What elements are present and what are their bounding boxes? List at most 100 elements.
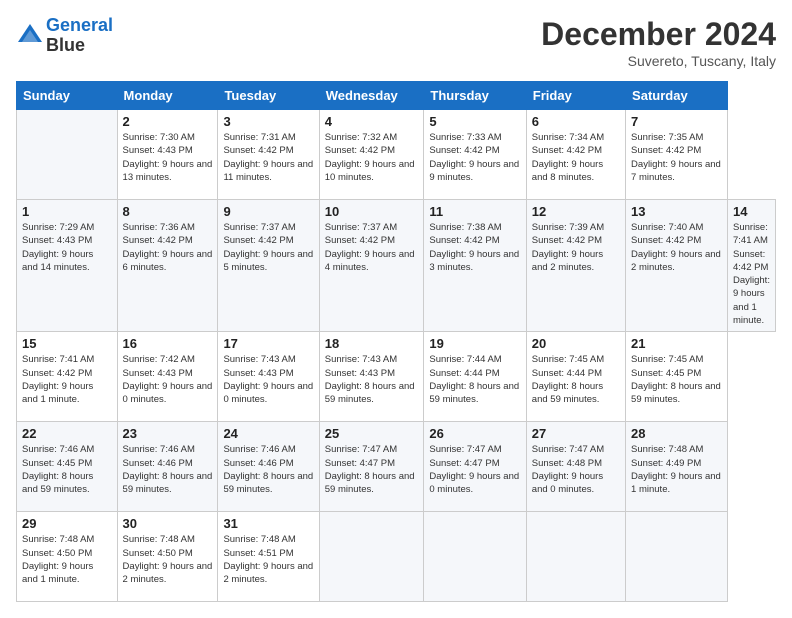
- location: Suvereto, Tuscany, Italy: [541, 53, 776, 69]
- calendar-day-cell: [626, 512, 728, 602]
- calendar-day-cell: 9 Sunrise: 7:37 AM Sunset: 4:42 PM Dayli…: [218, 200, 319, 332]
- calendar-day-cell: 19 Sunrise: 7:44 AM Sunset: 4:44 PM Dayl…: [424, 332, 526, 422]
- calendar-day-cell: [319, 512, 424, 602]
- day-number: 22: [22, 426, 112, 441]
- day-number: 11: [429, 204, 520, 219]
- day-info: Sunrise: 7:31 AM Sunset: 4:42 PM Dayligh…: [223, 131, 313, 184]
- day-number: 16: [123, 336, 213, 351]
- day-number: 12: [532, 204, 620, 219]
- day-info: Sunrise: 7:44 AM Sunset: 4:44 PM Dayligh…: [429, 353, 520, 406]
- day-info: Sunrise: 7:48 AM Sunset: 4:49 PM Dayligh…: [631, 443, 722, 496]
- day-number: 17: [223, 336, 313, 351]
- day-number: 27: [532, 426, 620, 441]
- day-info: Sunrise: 7:48 AM Sunset: 4:50 PM Dayligh…: [123, 533, 213, 586]
- header-sunday: Sunday: [17, 82, 118, 110]
- header-saturday: Saturday: [626, 82, 728, 110]
- calendar-day-cell: 31 Sunrise: 7:48 AM Sunset: 4:51 PM Dayl…: [218, 512, 319, 602]
- day-info: Sunrise: 7:42 AM Sunset: 4:43 PM Dayligh…: [123, 353, 213, 406]
- day-info: Sunrise: 7:48 AM Sunset: 4:50 PM Dayligh…: [22, 533, 112, 586]
- day-info: Sunrise: 7:48 AM Sunset: 4:51 PM Dayligh…: [223, 533, 313, 586]
- header-monday: Monday: [117, 82, 218, 110]
- day-info: Sunrise: 7:45 AM Sunset: 4:45 PM Dayligh…: [631, 353, 722, 406]
- calendar-week-row: 22 Sunrise: 7:46 AM Sunset: 4:45 PM Dayl…: [17, 422, 776, 512]
- day-info: Sunrise: 7:46 AM Sunset: 4:46 PM Dayligh…: [123, 443, 213, 496]
- calendar-day-cell: 20 Sunrise: 7:45 AM Sunset: 4:44 PM Dayl…: [526, 332, 625, 422]
- day-info: Sunrise: 7:40 AM Sunset: 4:42 PM Dayligh…: [631, 221, 722, 274]
- calendar-day-cell: [17, 110, 118, 200]
- calendar-day-cell: 17 Sunrise: 7:43 AM Sunset: 4:43 PM Dayl…: [218, 332, 319, 422]
- calendar-day-cell: 15 Sunrise: 7:41 AM Sunset: 4:42 PM Dayl…: [17, 332, 118, 422]
- logo-icon: [16, 22, 44, 50]
- day-number: 18: [325, 336, 419, 351]
- day-info: Sunrise: 7:47 AM Sunset: 4:47 PM Dayligh…: [429, 443, 520, 496]
- calendar-day-cell: 7 Sunrise: 7:35 AM Sunset: 4:42 PM Dayli…: [626, 110, 728, 200]
- day-number: 29: [22, 516, 112, 531]
- calendar-week-row: 1 Sunrise: 7:29 AM Sunset: 4:43 PM Dayli…: [17, 200, 776, 332]
- calendar-week-row: 2 Sunrise: 7:30 AM Sunset: 4:43 PM Dayli…: [17, 110, 776, 200]
- day-info: Sunrise: 7:45 AM Sunset: 4:44 PM Dayligh…: [532, 353, 620, 406]
- day-info: Sunrise: 7:37 AM Sunset: 4:42 PM Dayligh…: [223, 221, 313, 274]
- day-info: Sunrise: 7:35 AM Sunset: 4:42 PM Dayligh…: [631, 131, 722, 184]
- day-number: 19: [429, 336, 520, 351]
- header-wednesday: Wednesday: [319, 82, 424, 110]
- day-number: 23: [123, 426, 213, 441]
- calendar-day-cell: 18 Sunrise: 7:43 AM Sunset: 4:43 PM Dayl…: [319, 332, 424, 422]
- day-info: Sunrise: 7:41 AM Sunset: 4:42 PM Dayligh…: [22, 353, 112, 406]
- day-number: 9: [223, 204, 313, 219]
- day-info: Sunrise: 7:46 AM Sunset: 4:45 PM Dayligh…: [22, 443, 112, 496]
- day-number: 15: [22, 336, 112, 351]
- calendar-day-cell: 25 Sunrise: 7:47 AM Sunset: 4:47 PM Dayl…: [319, 422, 424, 512]
- day-number: 8: [123, 204, 213, 219]
- day-number: 21: [631, 336, 722, 351]
- day-number: 25: [325, 426, 419, 441]
- day-number: 7: [631, 114, 722, 129]
- calendar-day-cell: 28 Sunrise: 7:48 AM Sunset: 4:49 PM Dayl…: [626, 422, 728, 512]
- day-number: 14: [733, 204, 770, 219]
- day-info: Sunrise: 7:47 AM Sunset: 4:47 PM Dayligh…: [325, 443, 419, 496]
- month-title: December 2024: [541, 16, 776, 53]
- day-info: Sunrise: 7:43 AM Sunset: 4:43 PM Dayligh…: [325, 353, 419, 406]
- calendar-day-cell: 14 Sunrise: 7:41 AM Sunset: 4:42 PM Dayl…: [728, 200, 776, 332]
- calendar-day-cell: 16 Sunrise: 7:42 AM Sunset: 4:43 PM Dayl…: [117, 332, 218, 422]
- day-number: 1: [22, 204, 112, 219]
- calendar-day-cell: 27 Sunrise: 7:47 AM Sunset: 4:48 PM Dayl…: [526, 422, 625, 512]
- calendar-day-cell: 1 Sunrise: 7:29 AM Sunset: 4:43 PM Dayli…: [17, 200, 118, 332]
- calendar-day-cell: 26 Sunrise: 7:47 AM Sunset: 4:47 PM Dayl…: [424, 422, 526, 512]
- day-number: 24: [223, 426, 313, 441]
- day-number: 4: [325, 114, 419, 129]
- day-info: Sunrise: 7:36 AM Sunset: 4:42 PM Dayligh…: [123, 221, 213, 274]
- day-info: Sunrise: 7:38 AM Sunset: 4:42 PM Dayligh…: [429, 221, 520, 274]
- day-number: 5: [429, 114, 520, 129]
- day-number: 13: [631, 204, 722, 219]
- calendar-day-cell: 3 Sunrise: 7:31 AM Sunset: 4:42 PM Dayli…: [218, 110, 319, 200]
- calendar-day-cell: 22 Sunrise: 7:46 AM Sunset: 4:45 PM Dayl…: [17, 422, 118, 512]
- header-tuesday: Tuesday: [218, 82, 319, 110]
- calendar-day-cell: 11 Sunrise: 7:38 AM Sunset: 4:42 PM Dayl…: [424, 200, 526, 332]
- calendar-day-cell: 30 Sunrise: 7:48 AM Sunset: 4:50 PM Dayl…: [117, 512, 218, 602]
- calendar-day-cell: 10 Sunrise: 7:37 AM Sunset: 4:42 PM Dayl…: [319, 200, 424, 332]
- calendar-day-cell: 24 Sunrise: 7:46 AM Sunset: 4:46 PM Dayl…: [218, 422, 319, 512]
- days-header-row: Sunday Monday Tuesday Wednesday Thursday…: [17, 82, 776, 110]
- day-number: 20: [532, 336, 620, 351]
- day-number: 31: [223, 516, 313, 531]
- day-number: 2: [123, 114, 213, 129]
- calendar-day-cell: 29 Sunrise: 7:48 AM Sunset: 4:50 PM Dayl…: [17, 512, 118, 602]
- day-number: 10: [325, 204, 419, 219]
- logo: GeneralBlue: [16, 16, 113, 56]
- day-number: 28: [631, 426, 722, 441]
- day-number: 26: [429, 426, 520, 441]
- day-info: Sunrise: 7:46 AM Sunset: 4:46 PM Dayligh…: [223, 443, 313, 496]
- calendar-day-cell: 13 Sunrise: 7:40 AM Sunset: 4:42 PM Dayl…: [626, 200, 728, 332]
- day-info: Sunrise: 7:34 AM Sunset: 4:42 PM Dayligh…: [532, 131, 620, 184]
- day-info: Sunrise: 7:33 AM Sunset: 4:42 PM Dayligh…: [429, 131, 520, 184]
- logo-text: GeneralBlue: [46, 16, 113, 56]
- day-number: 6: [532, 114, 620, 129]
- calendar-day-cell: 21 Sunrise: 7:45 AM Sunset: 4:45 PM Dayl…: [626, 332, 728, 422]
- day-info: Sunrise: 7:32 AM Sunset: 4:42 PM Dayligh…: [325, 131, 419, 184]
- calendar-day-cell: 8 Sunrise: 7:36 AM Sunset: 4:42 PM Dayli…: [117, 200, 218, 332]
- calendar-day-cell: [526, 512, 625, 602]
- day-info: Sunrise: 7:37 AM Sunset: 4:42 PM Dayligh…: [325, 221, 419, 274]
- day-info: Sunrise: 7:41 AM Sunset: 4:42 PM Dayligh…: [733, 221, 770, 327]
- calendar-day-cell: 23 Sunrise: 7:46 AM Sunset: 4:46 PM Dayl…: [117, 422, 218, 512]
- header-thursday: Thursday: [424, 82, 526, 110]
